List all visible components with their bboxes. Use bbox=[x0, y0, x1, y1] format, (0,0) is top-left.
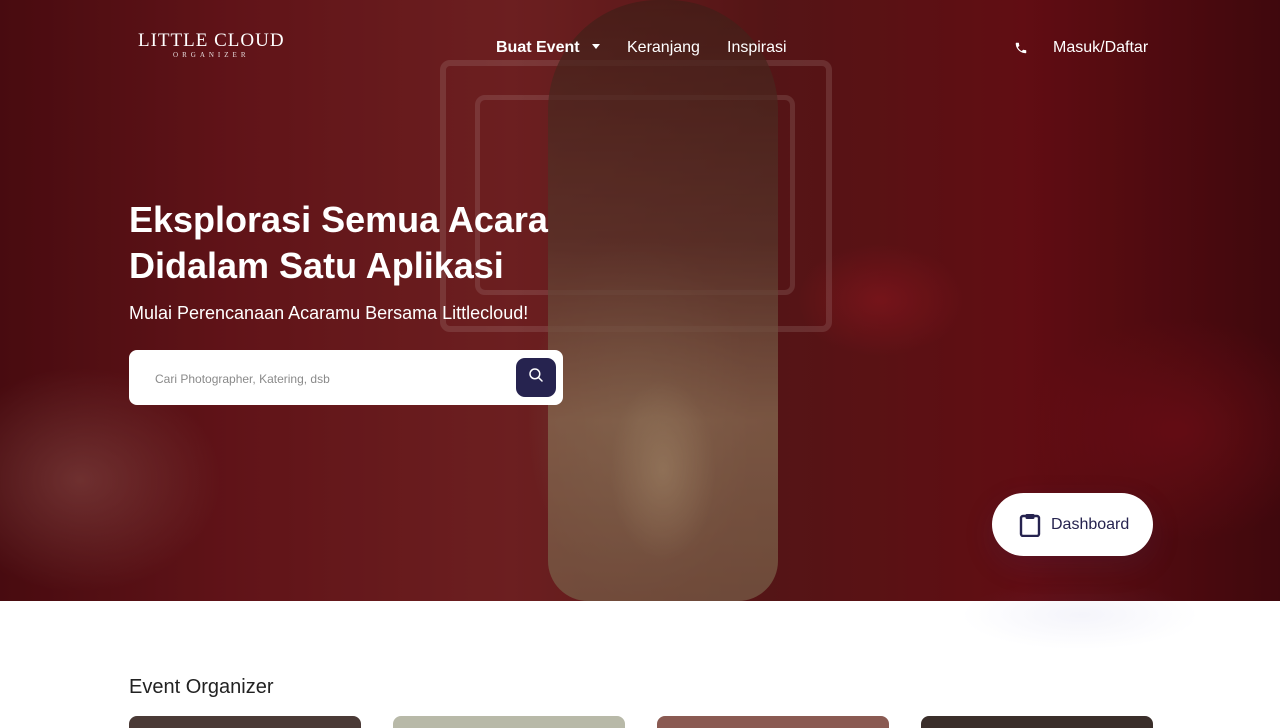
login-register-link[interactable]: Masuk/Daftar bbox=[1053, 38, 1148, 58]
brand-name: LITTLE CLOUD bbox=[138, 30, 285, 51]
organizer-card[interactable] bbox=[921, 716, 1153, 728]
search-icon bbox=[527, 366, 545, 389]
hero-title: Eksplorasi Semua Acara Didalam Satu Apli… bbox=[129, 197, 649, 289]
chevron-down-icon bbox=[591, 43, 600, 49]
brand-tagline: ORGANIZER bbox=[173, 51, 250, 59]
section-title-event-organizer: Event Organizer bbox=[129, 676, 274, 698]
nav-inspirasi[interactable]: Inspirasi bbox=[727, 38, 787, 58]
dashboard-button[interactable]: Dashboard bbox=[992, 493, 1153, 556]
dashboard-shadow bbox=[960, 580, 1200, 650]
hero-subtitle: Mulai Perencanaan Acaramu Bersama Little… bbox=[129, 303, 529, 323]
brand-logo[interactable]: LITTLE CLOUD ORGANIZER bbox=[138, 30, 285, 59]
organizer-card[interactable] bbox=[657, 716, 889, 728]
clipboard-icon bbox=[1019, 513, 1041, 537]
nav-buat-event[interactable]: Buat Event bbox=[496, 38, 600, 58]
organizer-card[interactable] bbox=[129, 716, 361, 728]
nav-buat-event-label: Buat Event bbox=[496, 39, 580, 56]
search-input[interactable] bbox=[153, 367, 497, 391]
hero-title-line1: Eksplorasi Semua Acara bbox=[129, 199, 548, 240]
phone-icon[interactable] bbox=[1014, 41, 1028, 55]
search-button[interactable] bbox=[516, 358, 556, 397]
nav-keranjang[interactable]: Keranjang bbox=[627, 38, 700, 58]
hero-title-line2: Didalam Satu Aplikasi bbox=[129, 245, 504, 286]
organizer-card[interactable] bbox=[393, 716, 625, 728]
search-bar bbox=[129, 350, 563, 405]
dashboard-label: Dashboard bbox=[1051, 515, 1130, 533]
